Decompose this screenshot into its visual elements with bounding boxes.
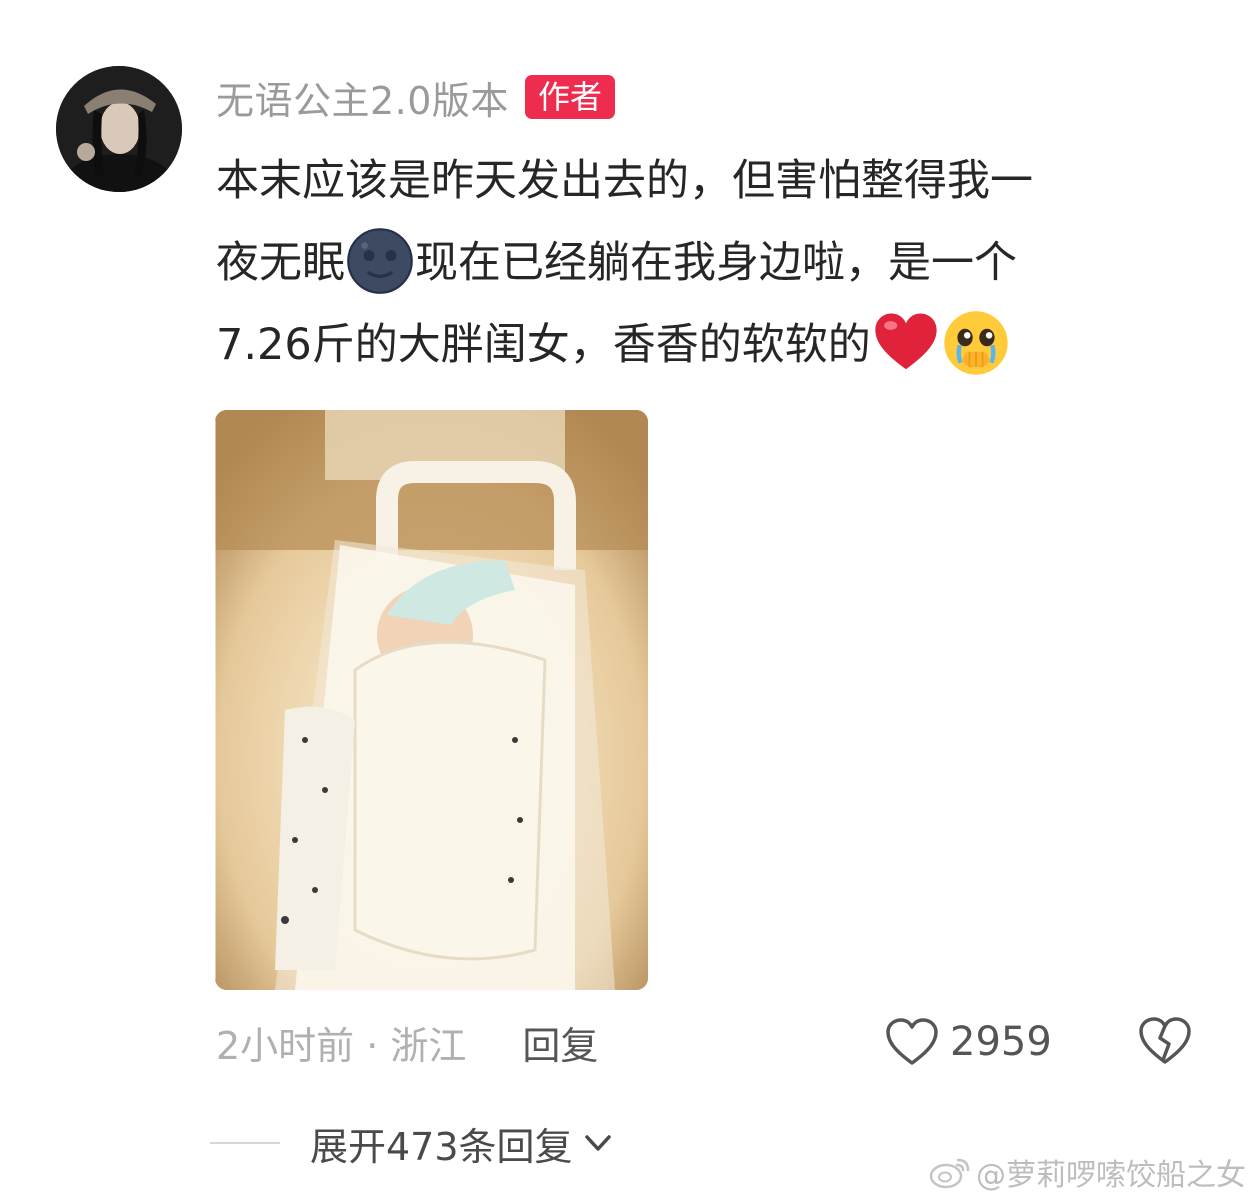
comment-meta: 2小时前 · 浙江 回复 [216, 1012, 598, 1072]
like-count: 2959 [950, 1019, 1052, 1065]
timestamp-location: 2小时前 · 浙江 [216, 1023, 467, 1068]
comment-text: 本末应该是昨天发出去的，但害怕整得我一 夜无眠 现在已经躺在我身边啦，是一个 7… [216, 140, 1216, 386]
new-moon-face-icon [345, 226, 415, 296]
broken-heart-icon[interactable] [1136, 1014, 1194, 1068]
expand-replies-label: 展开473条回复 [310, 1124, 573, 1169]
heart-outline-icon [886, 1018, 938, 1065]
comment-line-3: 7.26斤的大胖闺女，香香的软软的 [216, 304, 1216, 386]
author-badge: 作者 [524, 75, 615, 119]
red-heart-icon [871, 308, 941, 378]
expand-replies[interactable]: 展开473条回复 [210, 1118, 615, 1169]
comment-photo[interactable] [215, 410, 648, 990]
comment-line-1: 本末应该是昨天发出去的，但害怕整得我一 [216, 156, 1033, 206]
author-avatar[interactable] [56, 66, 182, 192]
author-header: 无语公主2.0版本 作者 [216, 70, 615, 125]
like-button[interactable]: 2959 [884, 1012, 1052, 1072]
weibo-logo-icon [929, 1158, 970, 1189]
comment-line-2: 夜无眠 现在已经躺在我身边啦，是一个 [216, 222, 1216, 304]
reply-button[interactable]: 回复 [522, 1015, 598, 1070]
divider-line [210, 1142, 280, 1144]
watermark: @萝莉啰嗦饺船之女 [928, 1150, 1246, 1194]
watermark-text: @萝莉啰嗦饺船之女 [976, 1158, 1246, 1193]
chevron-down-icon [584, 1135, 611, 1151]
crying-pleading-face-icon [941, 308, 1011, 378]
author-name[interactable]: 无语公主2.0版本 [216, 70, 509, 125]
